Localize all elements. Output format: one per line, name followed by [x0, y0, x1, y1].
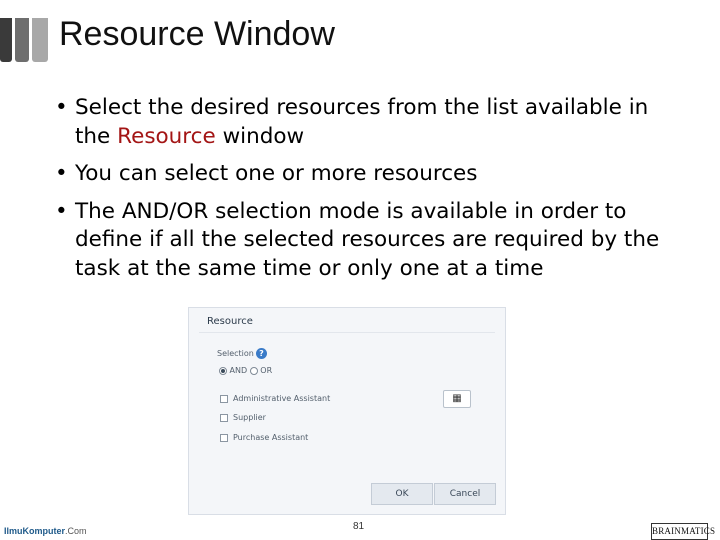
resource-window-title: Resource [207, 316, 253, 327]
bullet-dot: • [55, 161, 68, 187]
bullet-dot: • [55, 95, 68, 120]
selection-label: Selection [217, 349, 254, 358]
checkbox[interactable] [220, 394, 228, 403]
resource-item-administrative-assistant[interactable]: Administrative Assistant [220, 394, 330, 406]
title-decoration-bars [0, 18, 50, 62]
help-icon[interactable]: ? [256, 348, 267, 359]
radio-or-label: OR [260, 366, 273, 375]
resource-picker-button[interactable]: ▦ [443, 390, 471, 408]
title-bar-light [32, 18, 48, 62]
footer-brand-name: IlmuKomputer [4, 526, 66, 536]
bullet-text: The AND/OR selection mode is available i… [75, 198, 660, 281]
bullet-item: • Select the desired resources from the … [48, 94, 688, 151]
resource-item-label: Supplier [233, 413, 266, 422]
bullet-list: • Select the desired resources from the … [48, 94, 688, 293]
bullet-dot: • [55, 198, 68, 224]
resource-item-label: Administrative Assistant [233, 394, 331, 403]
page-number: 81 [353, 521, 365, 532]
radio-and[interactable] [219, 366, 227, 375]
resource-item-label: Purchase Assistant [233, 433, 309, 442]
bullet-item: • The AND/OR selection mode is available… [48, 198, 688, 284]
cancel-button[interactable]: Cancel [434, 483, 496, 505]
resource-window: Resource Selection ? AND OR Administrati… [188, 307, 506, 515]
radio-or[interactable] [249, 366, 258, 375]
slide-title: Resource Window [59, 15, 335, 53]
bullet-item: • You can select one or more resources [48, 160, 688, 189]
footer-brand-tld: .Com [65, 526, 87, 536]
bullet-text: You can select one or more resources [75, 161, 478, 187]
resource-item-supplier[interactable]: Supplier [220, 413, 266, 425]
divider [199, 332, 495, 333]
bullet-highlight: Resource [117, 123, 216, 149]
bullet-text-tail: window [215, 123, 305, 149]
footer-brand-logo: IlmuKomputer.Com [4, 526, 87, 536]
title-bar-mid [15, 18, 29, 62]
ok-button[interactable]: OK [371, 483, 433, 505]
selection-mode-group: AND OR [219, 366, 272, 378]
checkbox[interactable] [220, 433, 228, 442]
title-bar-dark [0, 18, 12, 62]
radio-and-label: AND [229, 366, 248, 375]
grid-icon: ▦ [452, 393, 462, 404]
footer-partner-logo: BRAINMATICS [651, 523, 715, 540]
checkbox[interactable] [220, 413, 228, 422]
resource-item-purchase-assistant[interactable]: Purchase Assistant [220, 433, 308, 445]
